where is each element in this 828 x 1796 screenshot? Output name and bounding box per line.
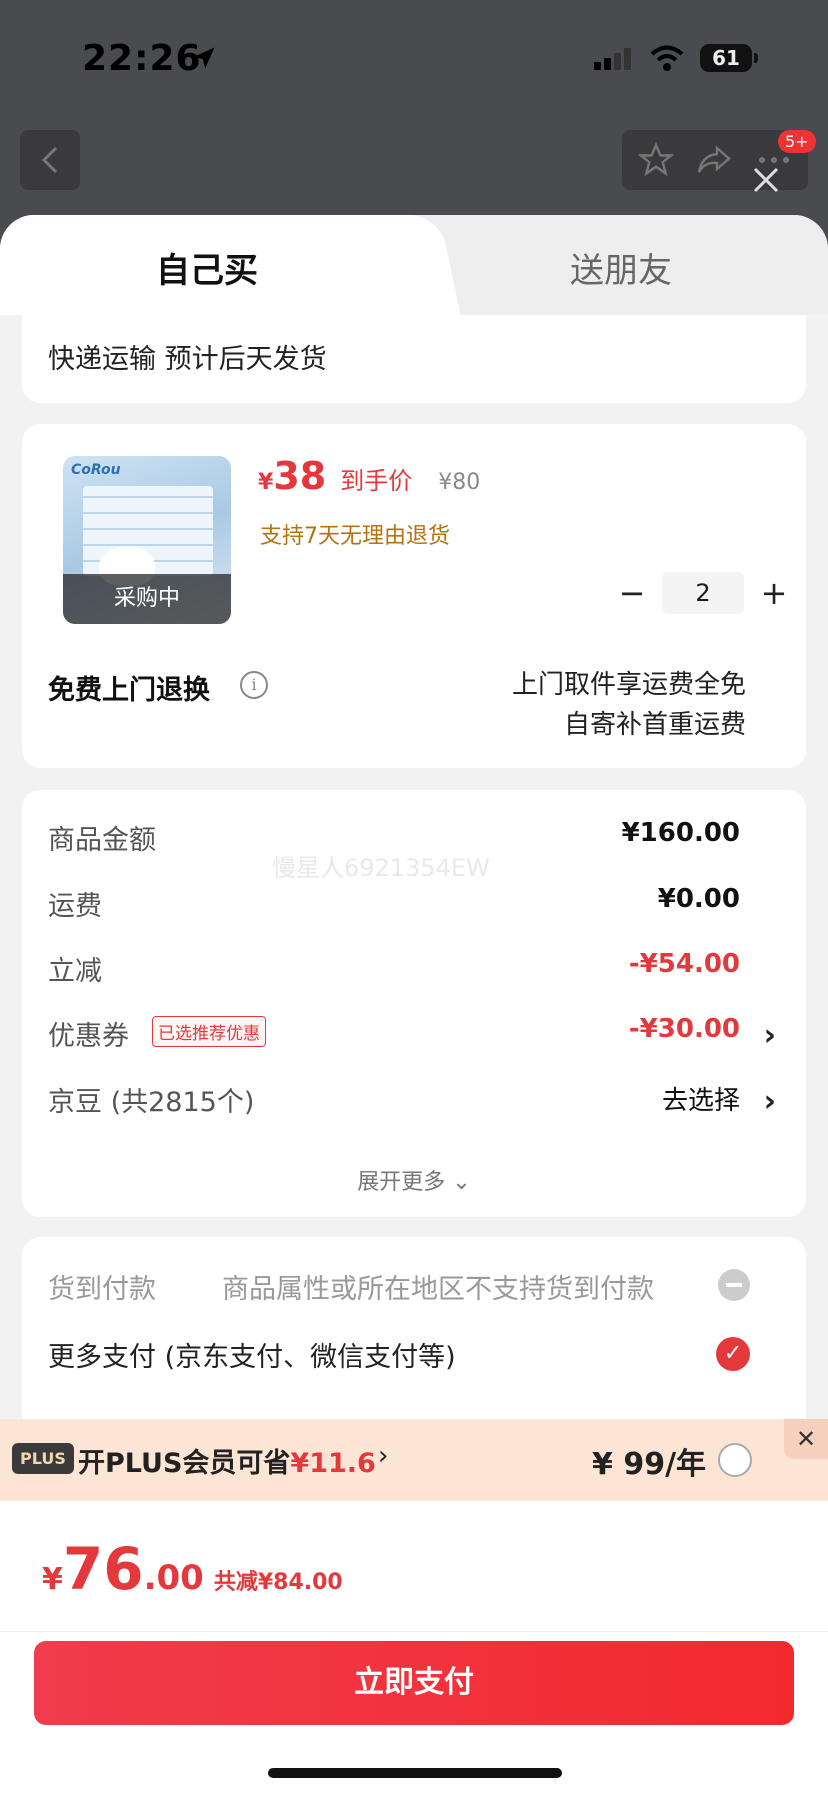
chevron-right-icon: › (378, 1441, 389, 1471)
goods-amount-label: 商品金额 (48, 825, 156, 856)
final-price: 38 (273, 454, 327, 498)
tab-send-to-friend[interactable]: 送朋友 (570, 243, 672, 292)
plus-membership-bar[interactable]: PLUS 开PLUS会员可省¥11.6 › ¥ 99/年 ✕ (0, 1419, 828, 1501)
total-price: ¥ 76 .00 共减¥84.00 (42, 1535, 343, 1603)
instant-discount-row: 立减 -¥54.00 (48, 949, 806, 989)
more-payment-label: 更多支付 (京东支付、微信支付等) (48, 1342, 456, 1373)
total-savings: 共减¥84.00 (213, 1570, 343, 1595)
coupon-label: 优惠券 (48, 1021, 129, 1052)
final-price-label: 到手价 (340, 467, 413, 495)
price-currency: ¥ (258, 470, 274, 495)
shipping-fee-row: 运费 ¥0.00 (48, 884, 806, 924)
more-payment-row[interactable]: 更多支付 (京东支付、微信支付等) ✓ (48, 1335, 806, 1375)
shipping-card: 快递运输 预计后天发货 (22, 315, 806, 403)
pay-now-button[interactable]: 立即支付 (34, 1641, 794, 1725)
cellular-signal-icon (594, 48, 631, 70)
chevron-right-icon: › (763, 1084, 776, 1119)
coupon-value: -¥30.00 (628, 1014, 740, 1044)
return-policy: 支持7天无理由退货 (260, 524, 450, 549)
plus-radio[interactable] (718, 1443, 752, 1477)
instant-discount-value: -¥54.00 (628, 949, 740, 979)
coupon-badge: 已选推荐优惠 (152, 1016, 266, 1047)
cod-description: 商品属性或所在地区不支持货到付款 (222, 1274, 654, 1305)
star-icon[interactable] (638, 142, 674, 178)
free-return-line1: 上门取件享运费全免 (511, 670, 746, 700)
free-return-line2: 自寄补首重运费 (563, 710, 746, 740)
total-currency: ¥ (42, 1562, 63, 1597)
back-button[interactable] (20, 130, 80, 190)
status-time: 22:26 (82, 38, 202, 79)
decrease-button[interactable]: − (612, 574, 652, 612)
increase-button[interactable]: + (754, 574, 794, 612)
check-icon[interactable]: ✓ (716, 1337, 750, 1371)
shipping-fee-value: ¥0.00 (657, 884, 740, 914)
chevron-down-icon: ⌄ (452, 1170, 471, 1195)
cost-summary-card: 慢星人6921354EW 商品金额 ¥160.00 运费 ¥0.00 立减 -¥… (22, 790, 806, 1217)
shipping-fee-label: 运费 (48, 891, 102, 922)
checkout-sheet: 自己买 送朋友 快递运输 预计后天发货 CoRou 采购中 ¥ 38 到手价 ¥… (0, 215, 828, 1796)
wifi-icon (650, 45, 684, 71)
plus-save-amount: ¥11.6 (290, 1448, 376, 1479)
plus-price: ¥ 99/年 (592, 1447, 707, 1482)
brand-mark: CoRou (71, 462, 121, 478)
battery-icon: 61 (700, 44, 752, 72)
chevron-left-icon (41, 146, 58, 174)
quantity-stepper: − 2 + (612, 572, 794, 614)
close-icon[interactable]: ✕ (784, 1419, 828, 1459)
jd-beans-row[interactable]: 京豆 (共2815个) 去选择 › (48, 1080, 806, 1120)
chevron-right-icon: › (763, 1018, 776, 1053)
plus-promo-label: 开PLUS会员可省 (78, 1448, 291, 1479)
plus-logo: PLUS (12, 1443, 74, 1474)
location-arrow-icon (193, 47, 215, 69)
free-return-title: 免费上门退换 (48, 675, 210, 706)
status-bar: 22:26 61 (0, 0, 828, 120)
quantity-input[interactable]: 2 (662, 572, 744, 614)
total-decimal: .00 (143, 1558, 204, 1598)
plus-promo-text: 开PLUS会员可省¥11.6 (78, 1441, 376, 1480)
tab-buy-for-self[interactable]: 自己买 (156, 243, 258, 292)
goods-amount-value: ¥160.00 (621, 818, 740, 848)
expand-more-button[interactable]: 展开更多 ⌄ (22, 1164, 806, 1196)
disabled-icon (718, 1269, 750, 1301)
cod-row: 货到付款 商品属性或所在地区不支持货到付款 (48, 1267, 806, 1307)
home-indicator (268, 1768, 562, 1778)
product-card: CoRou 采购中 ¥ 38 到手价 ¥80 支持7天无理由退货 − 2 + 免… (22, 424, 806, 768)
battery-cap (754, 53, 758, 63)
price-row: ¥ 38 到手价 ¥80 (258, 454, 480, 498)
close-icon[interactable] (752, 166, 780, 194)
checkout-footer: ¥ 76 .00 共减¥84.00 立即支付 (0, 1501, 828, 1796)
jd-beans-value: 去选择 (661, 1086, 740, 1116)
divider (0, 1631, 828, 1632)
share-icon[interactable] (696, 142, 732, 178)
shipping-text: 快递运输 预计后天发货 (48, 344, 327, 375)
product-image[interactable]: CoRou 采购中 (63, 456, 231, 624)
instant-discount-label: 立减 (48, 956, 102, 987)
jd-beans-label: 京豆 (共2815个) (48, 1087, 255, 1118)
purchasing-overlay: 采购中 (63, 574, 231, 624)
coupon-row[interactable]: 优惠券 已选推荐优惠 -¥30.00 › (48, 1014, 806, 1054)
total-integer: 76 (62, 1535, 144, 1603)
original-price: ¥80 (438, 470, 481, 495)
expand-more-label: 展开更多 (357, 1170, 446, 1195)
cod-label: 货到付款 (48, 1274, 156, 1305)
goods-amount-row: 商品金额 ¥160.00 (48, 818, 806, 858)
tab-bar: 自己买 送朋友 (0, 215, 828, 315)
message-badge: 5+ (778, 130, 816, 153)
info-icon[interactable]: i (240, 671, 268, 699)
